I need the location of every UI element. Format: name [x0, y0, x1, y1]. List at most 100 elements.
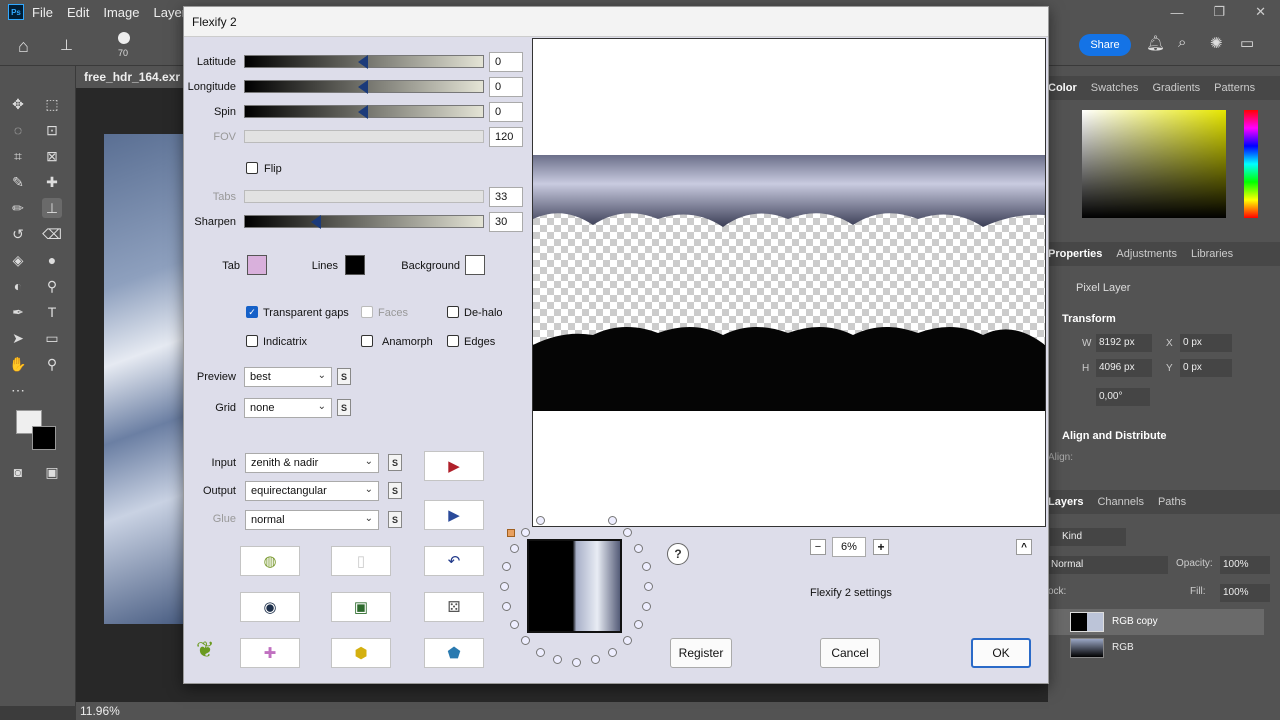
layer-row[interactable]: RGB copy	[1048, 609, 1264, 635]
zoom-out-button[interactable]: −	[810, 539, 826, 555]
slider-track[interactable]	[244, 105, 484, 119]
gem-button[interactable]: ⬟	[424, 638, 484, 668]
preview-pane[interactable]	[532, 38, 1046, 527]
play-output-button[interactable]: ▶	[424, 500, 484, 530]
history-brush-icon[interactable]: ↺	[8, 224, 28, 244]
background-color-swatch[interactable]	[465, 255, 485, 275]
stamp-tool-icon[interactable]: ⊥	[60, 36, 73, 54]
share-button[interactable]: Share	[1079, 34, 1131, 56]
healing-brush-icon[interactable]: ✚	[42, 172, 62, 192]
play-input-button[interactable]: ▶	[424, 451, 484, 481]
globe-button[interactable]: ◍	[240, 546, 300, 576]
tab-layers[interactable]: Layers	[1048, 496, 1083, 508]
faces-checkbox[interactable]	[361, 306, 373, 318]
type-tool-icon[interactable]: T	[42, 302, 62, 322]
undo-button[interactable]: ↶	[424, 546, 484, 576]
edges-checkbox[interactable]	[447, 335, 459, 347]
maximize-icon[interactable]: ❐	[1213, 4, 1225, 20]
collapse-button[interactable]: ^	[1016, 539, 1032, 555]
path-select-icon[interactable]: ➤	[8, 328, 28, 348]
ring-dot[interactable]	[536, 648, 545, 657]
screen-mode-icon[interactable]: ▣	[42, 462, 62, 482]
workspace-icon[interactable]: ▭	[1240, 34, 1254, 52]
flip-checkbox[interactable]	[246, 162, 258, 174]
bell-icon[interactable]: 🔔︎	[1146, 34, 1165, 52]
tab-properties[interactable]: Properties	[1048, 248, 1102, 260]
output-s-button[interactable]: S	[388, 482, 402, 499]
menu-layer[interactable]: Layer	[154, 5, 187, 20]
input-s-button[interactable]: S	[388, 454, 402, 471]
slider-thumb[interactable]	[311, 215, 321, 229]
anamorph-checkbox[interactable]	[361, 335, 373, 347]
hand-tool-icon[interactable]: ✋	[8, 354, 28, 374]
slider-thumb[interactable]	[358, 55, 368, 69]
eraser-icon[interactable]: ⌫	[42, 224, 62, 244]
ring-dot[interactable]	[521, 528, 530, 537]
slider-track[interactable]	[244, 130, 484, 143]
help-button[interactable]: ?	[667, 543, 689, 565]
brush-tool-icon[interactable]: ✏	[8, 198, 28, 218]
blend-mode-select[interactable]: Normal	[1048, 556, 1168, 574]
tab-swatches[interactable]: Swatches	[1091, 82, 1139, 94]
slider-value-field[interactable]: 0	[489, 102, 523, 122]
more-tools-icon[interactable]: ⋯	[8, 380, 28, 400]
minimize-icon[interactable]: —	[1170, 5, 1183, 20]
glue-s-button[interactable]: S	[388, 511, 402, 528]
ring-dot[interactable]	[634, 620, 643, 629]
slider-value-field[interactable]: 33	[489, 187, 523, 207]
dice-button[interactable]: ⚄	[424, 592, 484, 622]
ring-dot[interactable]	[553, 655, 562, 664]
tab-channels[interactable]: Channels	[1097, 496, 1143, 508]
object-select-icon[interactable]: ⊡	[42, 120, 62, 140]
document-canvas[interactable]	[104, 134, 184, 624]
smudge-icon[interactable]: ⚲	[42, 276, 62, 296]
move-tool-icon[interactable]: ✥	[8, 94, 28, 114]
clone-stamp-icon[interactable]: ⊥	[42, 198, 62, 218]
slider-track[interactable]	[244, 55, 484, 69]
lasso-tool-icon[interactable]: ◌	[8, 120, 28, 140]
opacity-field[interactable]: 100%	[1220, 556, 1270, 574]
angle-field[interactable]: 0,00°	[1096, 388, 1150, 406]
ring-dot[interactable]	[608, 516, 617, 525]
transparent-gaps-checkbox[interactable]: ✓	[246, 306, 258, 318]
slider-thumb[interactable]	[358, 105, 368, 119]
menu-file[interactable]: File	[32, 5, 53, 20]
ring-dot[interactable]	[623, 636, 632, 645]
ring-dot[interactable]	[623, 528, 632, 537]
cube-button[interactable]: ⬢	[331, 638, 391, 668]
height-field[interactable]: 4096 px	[1096, 359, 1152, 377]
rectangle-tool-icon[interactable]: ▭	[42, 328, 62, 348]
slider-track[interactable]	[244, 80, 484, 94]
projection-thumbnail[interactable]	[527, 539, 622, 633]
clipboard-button[interactable]: ▯	[331, 546, 391, 576]
indicatrix-checkbox[interactable]	[246, 335, 258, 347]
slider-value-field[interactable]: 30	[489, 212, 523, 232]
ring-dot[interactable]	[521, 636, 530, 645]
grid-s-button[interactable]: S	[337, 399, 351, 416]
tab-gradients[interactable]: Gradients	[1152, 82, 1200, 94]
kind-filter[interactable]: Kind	[1050, 528, 1126, 546]
tab-patterns[interactable]: Patterns	[1214, 82, 1255, 94]
crop-tool-icon[interactable]: ⌗	[8, 146, 28, 166]
ring-dot[interactable]	[500, 582, 509, 591]
brush-preview-icon[interactable]	[118, 32, 130, 44]
menu-edit[interactable]: Edit	[67, 5, 89, 20]
ring-dot[interactable]	[591, 655, 600, 664]
lightbulb-icon[interactable]: ✺	[1210, 34, 1223, 52]
quick-mask-icon[interactable]: ◙	[8, 462, 28, 482]
zoom-tool-icon[interactable]: ⚲	[42, 354, 62, 374]
layer-row[interactable]: RGB	[1048, 635, 1264, 661]
ring-dot[interactable]	[634, 544, 643, 553]
pen-tool-icon[interactable]: ✒	[8, 302, 28, 322]
handle-marker[interactable]	[507, 529, 515, 537]
glue-select[interactable]: normal ⌄	[245, 510, 379, 530]
dehalo-checkbox[interactable]	[447, 306, 459, 318]
slider-value-field[interactable]: 0	[489, 77, 523, 97]
ring-dot[interactable]	[502, 602, 511, 611]
frame-tool-icon[interactable]: ⊠	[42, 146, 62, 166]
register-button[interactable]: Register	[670, 638, 732, 668]
x-field[interactable]: 0 px	[1180, 334, 1232, 352]
home-icon[interactable]: ⌂	[18, 36, 29, 57]
eyedropper-icon[interactable]: ✎	[8, 172, 28, 192]
ring-dot[interactable]	[642, 602, 651, 611]
